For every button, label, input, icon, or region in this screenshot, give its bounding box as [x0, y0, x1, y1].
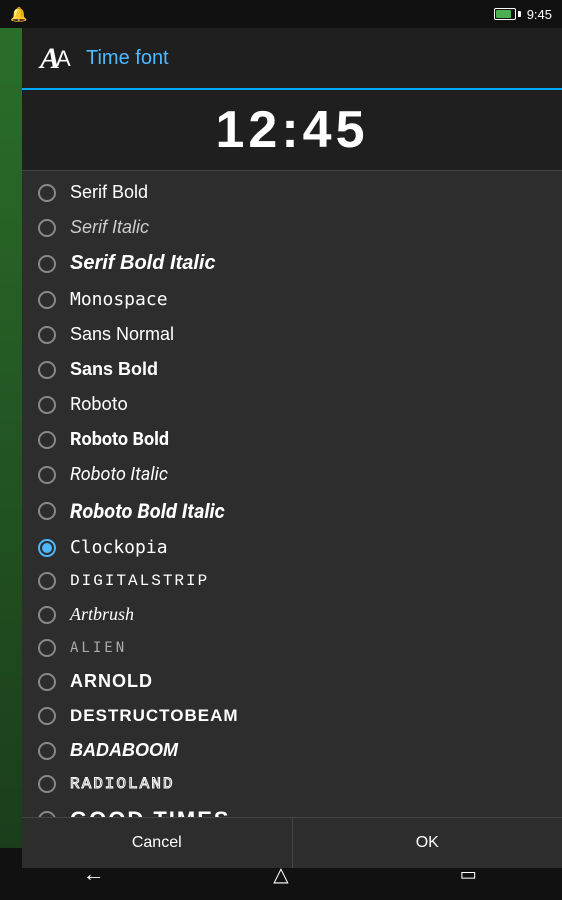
font-item-roboto-bold[interactable]: Roboto Bold [22, 422, 562, 457]
font-label-sans-bold: Sans Bold [70, 359, 158, 380]
font-item-alien[interactable]: ALIEN [22, 632, 562, 664]
font-label-roboto: Roboto [70, 394, 128, 415]
radio-digitalstrip [38, 572, 56, 590]
font-item-badaboom[interactable]: BADABOOM [22, 733, 562, 768]
font-item-radioland[interactable]: RADIOLAND [22, 768, 562, 800]
font-item-monospace[interactable]: Monospace [22, 282, 562, 317]
font-label-radioland: RADIOLAND [70, 775, 174, 793]
font-label-roboto-bold: Roboto Bold [70, 429, 169, 450]
font-label-monospace: Monospace [70, 289, 168, 310]
battery-icon [494, 8, 521, 20]
font-label-serif-italic: Serif Italic [70, 217, 149, 238]
radio-serif-bold [38, 184, 56, 202]
font-item-roboto-italic[interactable]: Roboto Italic [22, 457, 562, 492]
status-right: 9:45 [494, 7, 552, 22]
radio-serif-italic [38, 219, 56, 237]
font-label-sans-normal: Sans Normal [70, 324, 174, 345]
status-bar: 🔔 9:45 [0, 0, 562, 28]
dialog-buttons: Cancel OK [22, 817, 562, 868]
dialog-title: Time font [86, 47, 169, 70]
font-item-artbrush[interactable]: Artbrush [22, 597, 562, 632]
font-label-roboto-bold-italic: Roboto Bold Italic [70, 499, 225, 523]
font-item-sans-bold[interactable]: Sans Bold [22, 352, 562, 387]
radio-sans-normal [38, 326, 56, 344]
radio-arnold [38, 673, 56, 691]
font-item-digitalstrip[interactable]: DIGITALSTRIP [22, 565, 562, 597]
status-icons-left: 🔔 [10, 6, 27, 23]
radio-alien [38, 639, 56, 657]
font-label-serif-bold-italic: Serif Bold Italic [70, 252, 216, 275]
font-item-arnold[interactable]: ARNOLD [22, 664, 562, 699]
font-item-roboto-bold-italic[interactable]: Roboto Bold Italic [22, 492, 562, 530]
font-label-badaboom: BADABOOM [70, 740, 178, 761]
font-label-roboto-italic: Roboto Italic [70, 464, 168, 485]
radio-roboto [38, 396, 56, 414]
ok-button[interactable]: OK [293, 818, 562, 868]
font-label-goodtimes: GOOD TIMES [70, 807, 231, 817]
radio-destructobeam [38, 707, 56, 725]
font-item-serif-bold-italic[interactable]: Serif Bold Italic [22, 245, 562, 282]
radio-roboto-bold [38, 431, 56, 449]
font-icon: A A [38, 40, 74, 76]
cancel-button[interactable]: Cancel [22, 818, 292, 868]
font-label-alien: ALIEN [70, 640, 127, 656]
time-preview: 12:45 [22, 90, 562, 171]
status-time: 9:45 [527, 7, 552, 22]
font-list[interactable]: Serif Bold Serif Italic Serif Bold Italic M… [22, 171, 562, 817]
svg-text:A: A [56, 46, 71, 71]
font-item-serif-italic[interactable]: Serif Italic [22, 210, 562, 245]
radio-serif-bold-italic [38, 255, 56, 273]
radio-artbrush [38, 606, 56, 624]
radio-roboto-bold-italic [38, 502, 56, 520]
dialog-header: A A Time font [22, 28, 562, 90]
font-label-artbrush: Artbrush [70, 604, 134, 625]
notification-icon: 🔔 [10, 6, 27, 23]
radio-radioland [38, 775, 56, 793]
font-item-clockopia[interactable]: Clockopia [22, 530, 562, 565]
radio-monospace [38, 291, 56, 309]
font-label-clockopia: Clockopia [70, 537, 168, 558]
radio-clockopia [38, 539, 56, 557]
font-item-destructobeam[interactable]: DESTRUCTOBEAM [22, 699, 562, 733]
radio-sans-bold [38, 361, 56, 379]
font-label-destructobeam: DESTRUCTOBEAM [70, 706, 239, 726]
side-accent [0, 28, 22, 900]
radio-roboto-italic [38, 466, 56, 484]
radio-badaboom [38, 742, 56, 760]
font-item-goodtimes[interactable]: GOOD TIMES [22, 800, 562, 817]
time-font-dialog: A A Time font 12:45 Serif Bold Serif Ital… [22, 28, 562, 868]
font-label-serif-bold: Serif Bold [70, 182, 148, 203]
preview-time: 12:45 [216, 101, 369, 159]
font-item-roboto[interactable]: Roboto [22, 387, 562, 422]
font-item-sans-normal[interactable]: Sans Normal [22, 317, 562, 352]
font-label-arnold: ARNOLD [70, 671, 153, 692]
font-item-serif-bold[interactable]: Serif Bold [22, 175, 562, 210]
font-label-digitalstrip: DIGITALSTRIP [70, 572, 209, 590]
